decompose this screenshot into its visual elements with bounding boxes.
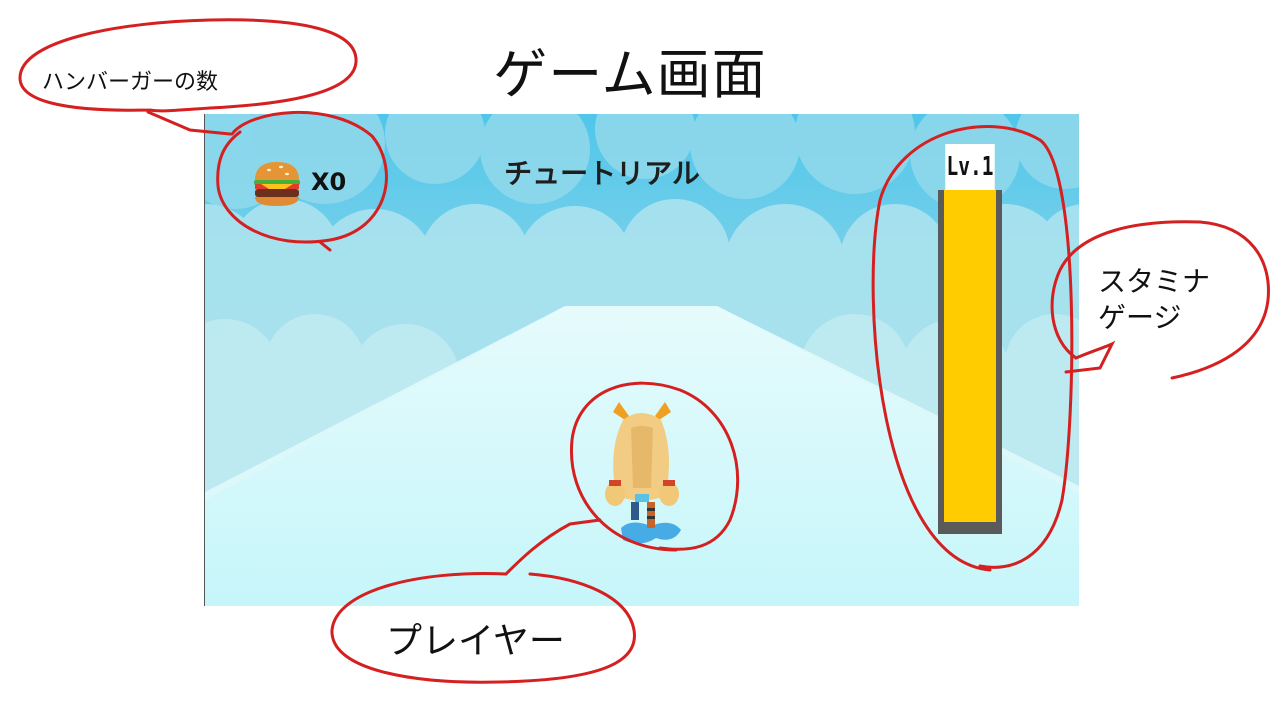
- annotation-circle-player: [569, 381, 740, 552]
- annotation-circle-stamina: [871, 125, 1074, 572]
- annotation-connector-player: [504, 518, 602, 576]
- annotation-connector-burger: [146, 110, 232, 136]
- annotation-circle-burger: [216, 110, 388, 244]
- annotation-circle-burger-label: [18, 18, 358, 113]
- annotation-circle-player-label: [330, 572, 636, 684]
- annotation-overlay: [18, 18, 1270, 684]
